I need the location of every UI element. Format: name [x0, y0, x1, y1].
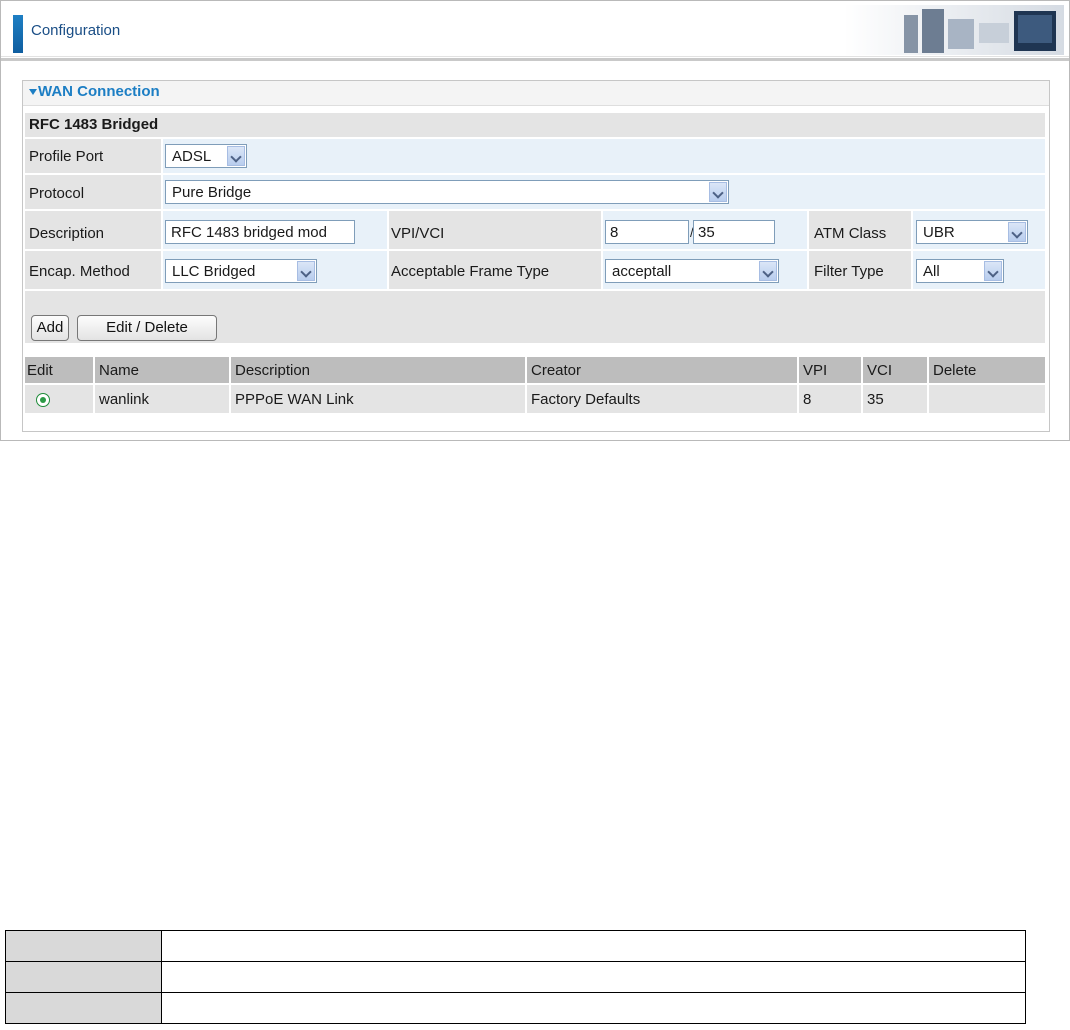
row-delete-cell [929, 385, 1045, 413]
description-value: RFC 1483 bridged mod [171, 224, 327, 241]
parameter-value-cell [161, 961, 1026, 993]
parameter-value-cell [161, 930, 1026, 962]
atm-class-select[interactable]: UBR [916, 220, 1028, 244]
parameter-key-cell [5, 992, 162, 1024]
subtitle-row [25, 113, 1045, 137]
filter-type-label: Filter Type [814, 263, 884, 280]
col-header-vci: VCI [867, 362, 893, 379]
chevron-down-icon[interactable] [227, 146, 245, 166]
atm-class-value: UBR [923, 224, 955, 241]
profile-port-label: Profile Port [29, 148, 104, 165]
wan-connection-panel: WAN Connection RFC 1483 Bridged Profile … [22, 80, 1050, 432]
page-title: Configuration [31, 22, 121, 39]
description-input[interactable]: RFC 1483 bridged mod [165, 220, 355, 244]
chevron-down-icon[interactable] [759, 261, 777, 281]
frame-type-select[interactable]: acceptall [605, 259, 779, 283]
vpi-input[interactable]: 8 [605, 220, 689, 244]
section-title: WAN Connection [38, 83, 160, 100]
office-banner-image [844, 5, 1064, 55]
vci-value: 35 [698, 224, 715, 241]
vpi-value: 8 [610, 224, 619, 241]
vpivci-label: VPI/VCI [391, 225, 445, 242]
row-vci: 35 [867, 391, 884, 408]
row-creator: Factory Defaults [531, 391, 641, 408]
section-header[interactable]: WAN Connection [23, 81, 1049, 106]
table-row [5, 961, 1026, 993]
header-divider-light [1, 56, 1069, 57]
chevron-down-icon[interactable] [297, 261, 315, 281]
encap-method-label: Encap. Method [29, 263, 130, 280]
filter-type-select[interactable]: All [916, 259, 1004, 283]
protocol-label: Protocol [29, 185, 85, 202]
row-description: PPPoE WAN Link [235, 391, 354, 408]
col-header-vpi: VPI [803, 362, 828, 379]
filter-type-value: All [923, 263, 940, 280]
col-header-delete: Delete [933, 362, 977, 379]
chevron-down-icon[interactable] [1008, 222, 1026, 242]
config-header: Configuration [0, 0, 1070, 61]
frame-type-value: acceptall [612, 263, 672, 280]
table-row [5, 930, 1026, 962]
parameter-key-cell [5, 930, 162, 962]
profile-port-select[interactable]: ADSL [165, 144, 247, 168]
chevron-down-icon[interactable] [984, 261, 1002, 281]
encap-method-select[interactable]: LLC Bridged [165, 259, 317, 283]
subtitle-label: RFC 1483 Bridged [29, 116, 159, 133]
frame-type-label: Acceptable Frame Type [391, 263, 550, 280]
parameter-key-cell [5, 961, 162, 993]
protocol-select[interactable]: Pure Bridge [165, 180, 729, 204]
profile-port-value: ADSL [172, 148, 212, 165]
encap-method-value: LLC Bridged [172, 263, 256, 280]
chevron-down-icon[interactable] [709, 182, 727, 202]
description-label: Description [29, 225, 105, 242]
vci-input[interactable]: 35 [693, 220, 775, 244]
parameter-value-cell [161, 992, 1026, 1024]
col-header-description: Description [235, 362, 311, 379]
col-header-edit: Edit [27, 362, 53, 379]
parameter-table [5, 930, 1026, 1024]
row-vpi: 8 [803, 391, 812, 408]
col-header-name: Name [99, 362, 140, 379]
atm-class-label: ATM Class [814, 225, 887, 242]
row-name: wanlink [99, 391, 150, 408]
col-header-creator: Creator [531, 362, 582, 379]
edit-radio-selected[interactable] [36, 393, 50, 407]
header-accent-bar [13, 15, 23, 53]
protocol-value: Pure Bridge [172, 184, 252, 201]
table-row [5, 992, 1026, 1024]
edit-delete-button[interactable]: Edit / Delete [77, 315, 217, 341]
add-button[interactable]: Add [31, 315, 69, 341]
collapse-triangle-icon[interactable] [29, 89, 37, 95]
profile-port-field-cell [163, 139, 1045, 173]
